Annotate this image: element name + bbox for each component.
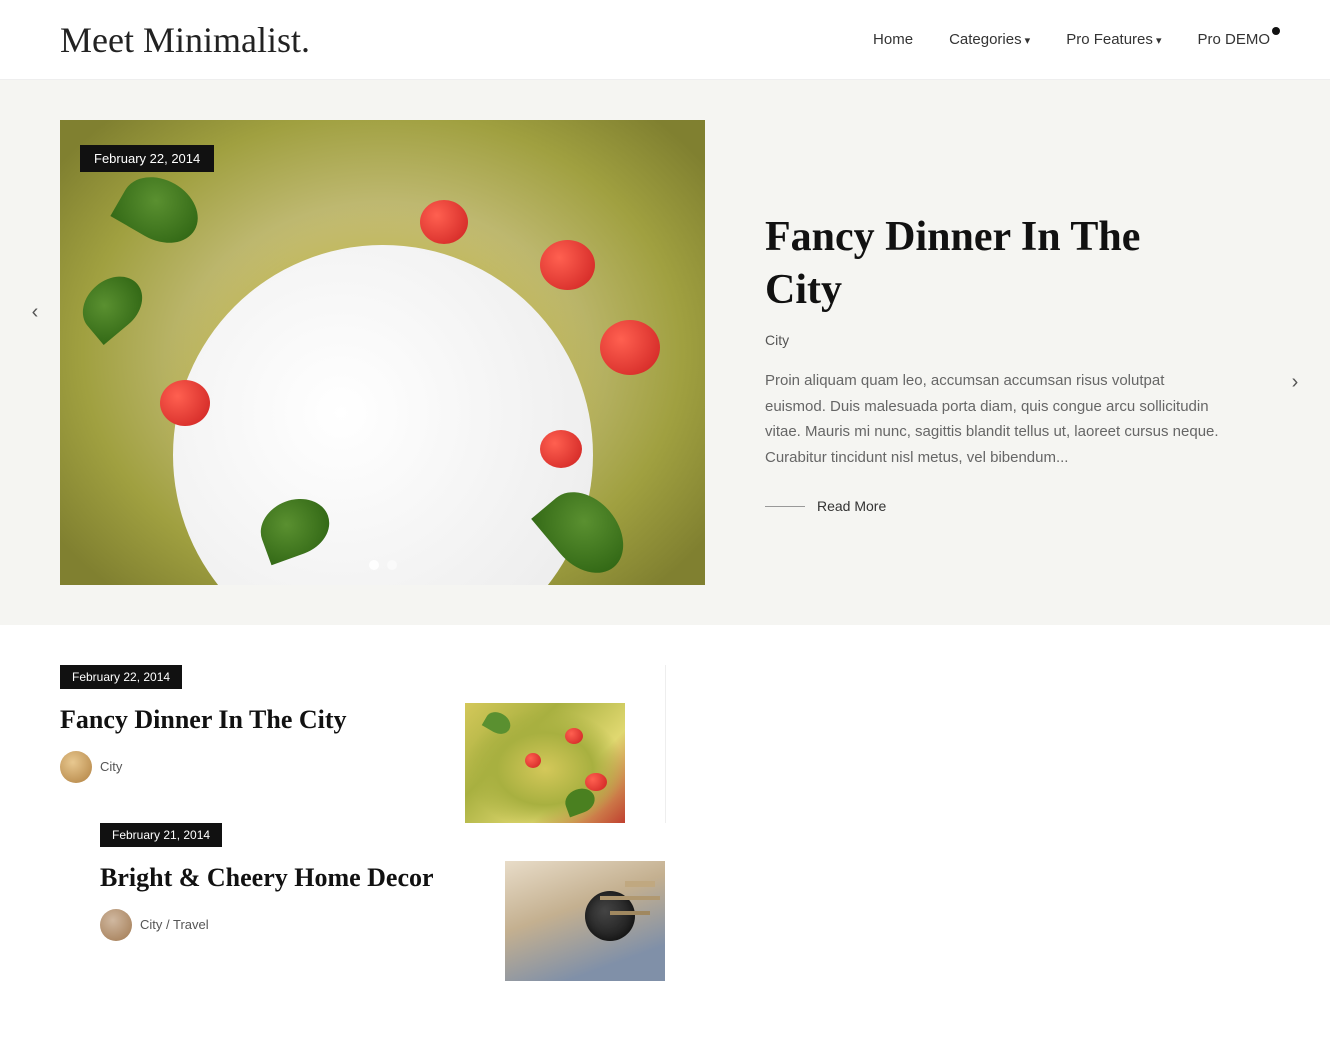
nav-home[interactable]: Home xyxy=(873,31,913,48)
nav-pro-features[interactable]: Pro Features xyxy=(1066,31,1161,48)
slider-dots xyxy=(369,560,397,570)
post-1-author: City xyxy=(60,751,445,783)
posts-section: February 22, 2014 Fancy Dinner In The Ci… xyxy=(0,625,1330,1041)
tomato-4 xyxy=(540,430,582,468)
hero-section: ‹ February 22, 2014 xyxy=(0,80,1330,625)
post-1-text: Fancy Dinner In The City City xyxy=(60,703,445,783)
next-arrow[interactable]: › xyxy=(1275,363,1315,403)
dot-1[interactable] xyxy=(369,560,379,570)
post-2-thumb-image xyxy=(505,861,665,981)
main-nav: Home Categories Pro Features Pro DEMO xyxy=(873,31,1270,48)
post-1-thumb-image xyxy=(465,703,625,823)
tomato-1 xyxy=(540,240,595,290)
read-more-label: Read More xyxy=(817,498,886,514)
post-2-author-label: City / Travel xyxy=(140,917,209,932)
read-more-link[interactable]: Read More xyxy=(765,498,1220,514)
read-more-line xyxy=(765,506,805,507)
post-2-date: February 21, 2014 xyxy=(100,823,222,847)
post-1-title[interactable]: Fancy Dinner In The City xyxy=(60,703,445,737)
post-2-title[interactable]: Bright & Cheery Home Decor xyxy=(100,861,485,895)
post-2-avatar xyxy=(100,909,132,941)
post-1-date: February 22, 2014 xyxy=(60,665,182,689)
post-1-thumbnail[interactable] xyxy=(465,703,625,823)
hero-image-wrapper: February 22, 2014 xyxy=(60,120,705,585)
hero-title: Fancy Dinner In The City xyxy=(765,211,1220,316)
post-2-inner: Bright & Cheery Home Decor City / Travel xyxy=(100,861,665,981)
hero-date-badge: February 22, 2014 xyxy=(80,145,214,172)
nav-categories[interactable]: Categories xyxy=(949,31,1030,48)
posts-grid: February 22, 2014 Fancy Dinner In The Ci… xyxy=(60,665,1270,981)
hero-excerpt: Proin aliquam quam leo, accumsan accumsa… xyxy=(765,368,1220,470)
nav-pro-demo[interactable]: Pro DEMO xyxy=(1197,31,1270,48)
site-logo[interactable]: Meet Minimalist. xyxy=(60,19,310,61)
tomato-2 xyxy=(420,200,468,244)
post-1-author-label: City xyxy=(100,759,122,774)
post-1-avatar xyxy=(60,751,92,783)
pro-demo-dot xyxy=(1272,27,1280,35)
posts-divider xyxy=(665,665,666,823)
hero-text-panel: Fancy Dinner In The City City Proin aliq… xyxy=(705,120,1270,585)
hero-category[interactable]: City xyxy=(765,332,1220,348)
hero-image xyxy=(60,120,705,585)
tomato-3 xyxy=(600,320,660,375)
prev-arrow[interactable]: ‹ xyxy=(15,293,55,333)
post-2-thumbnail[interactable] xyxy=(505,861,665,981)
post-card-1: February 22, 2014 Fancy Dinner In The Ci… xyxy=(60,665,665,823)
post-2-author: City / Travel xyxy=(100,909,485,941)
site-header: Meet Minimalist. Home Categories Pro Fea… xyxy=(0,0,1330,80)
post-card-2: February 21, 2014 Bright & Cheery Home D… xyxy=(60,823,665,981)
tomato-5 xyxy=(160,380,210,426)
post-2-text: Bright & Cheery Home Decor City / Travel xyxy=(100,861,485,941)
dot-2[interactable] xyxy=(387,560,397,570)
post-1-inner: Fancy Dinner In The City City xyxy=(60,703,625,823)
